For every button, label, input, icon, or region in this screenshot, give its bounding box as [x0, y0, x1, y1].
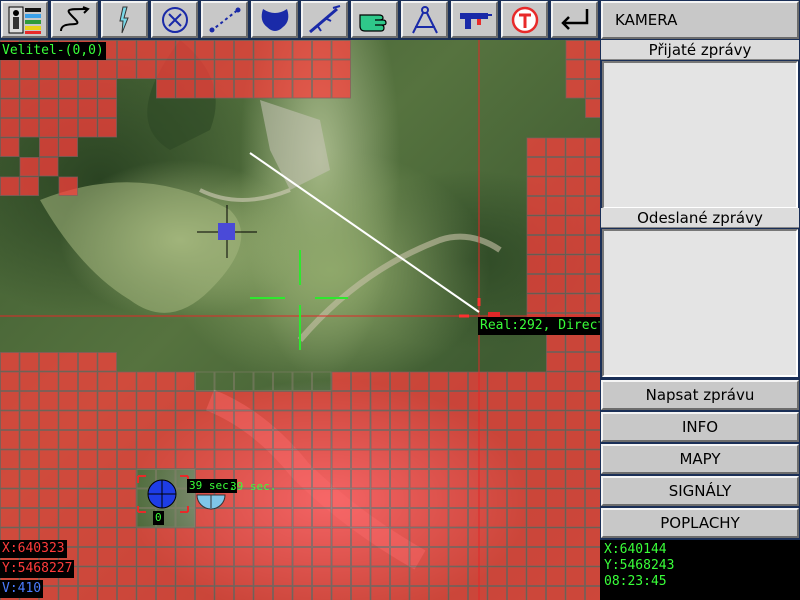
- compass-icon: [411, 5, 438, 33]
- cursor-y: Y:5468227: [0, 560, 75, 578]
- marker-right-time: 39 sec.: [230, 480, 277, 493]
- alarms-button[interactable]: POPLACHY: [601, 508, 799, 538]
- return-arrow-icon: [560, 8, 588, 30]
- dotted-line-icon: [209, 7, 240, 32]
- heart-shape-icon: [261, 8, 288, 31]
- status-time: 08:23:45: [602, 573, 669, 591]
- point-button[interactable]: [351, 1, 398, 38]
- t-button[interactable]: [501, 1, 548, 38]
- lightning-button[interactable]: [101, 1, 148, 38]
- t-circle-icon: [511, 6, 538, 33]
- cursor-v: V:410: [0, 580, 44, 598]
- cursor-x: X:640323: [0, 540, 67, 558]
- write-message-button[interactable]: Napsat zprávu: [601, 380, 799, 410]
- rifle-button[interactable]: [301, 1, 348, 38]
- signals-button[interactable]: SIGNÁLY: [601, 476, 799, 506]
- marker-left-id: 0: [153, 511, 164, 525]
- lightning-icon: [118, 6, 129, 33]
- maps-button[interactable]: MAPY: [601, 444, 799, 474]
- measure-line: [249, 152, 480, 313]
- return-button[interactable]: [551, 1, 598, 38]
- rifle-icon: [308, 4, 340, 33]
- camera-button[interactable]: KAMERA: [601, 1, 799, 39]
- distance-readout: Real:292, Direct:286: [478, 317, 600, 335]
- layers-button[interactable]: [1, 1, 48, 38]
- side-panel: KAMERA Přijaté zprávy Odeslané zprávy Na…: [600, 0, 800, 600]
- unit-label: Velitel-(0,0): [0, 42, 106, 60]
- received-messages-box[interactable]: [602, 61, 798, 209]
- layers-icon: [8, 6, 41, 34]
- gun-button[interactable]: [451, 1, 498, 38]
- sent-messages-label: Odeslané zprávy: [601, 208, 799, 228]
- toolbar: [0, 0, 600, 40]
- green-crosshair: [250, 250, 348, 350]
- area-button[interactable]: [251, 1, 298, 38]
- compass-button[interactable]: [401, 1, 448, 38]
- target-button[interactable]: [151, 1, 198, 38]
- info-button[interactable]: INFO: [601, 412, 799, 442]
- sent-messages-box[interactable]: [602, 229, 798, 377]
- target-circle-icon: [161, 6, 188, 33]
- status-area: X:640144 Y:5468243 08:23:45: [600, 540, 800, 600]
- measure-line-button[interactable]: [201, 1, 248, 38]
- gun-icon: [459, 12, 492, 29]
- received-messages-label: Přijaté zprávy: [601, 40, 799, 60]
- soldier-marker-left[interactable]: [137, 475, 189, 513]
- route-curve-icon: [59, 5, 90, 31]
- route-button[interactable]: [51, 1, 98, 38]
- soldier-marker-right[interactable]: [196, 494, 226, 510]
- map-view[interactable]: Velitel-(0,0) Real:292, Direct:286 39 se…: [0, 40, 600, 600]
- unit-marker[interactable]: [197, 205, 257, 258]
- pointing-hand-icon: [358, 13, 387, 32]
